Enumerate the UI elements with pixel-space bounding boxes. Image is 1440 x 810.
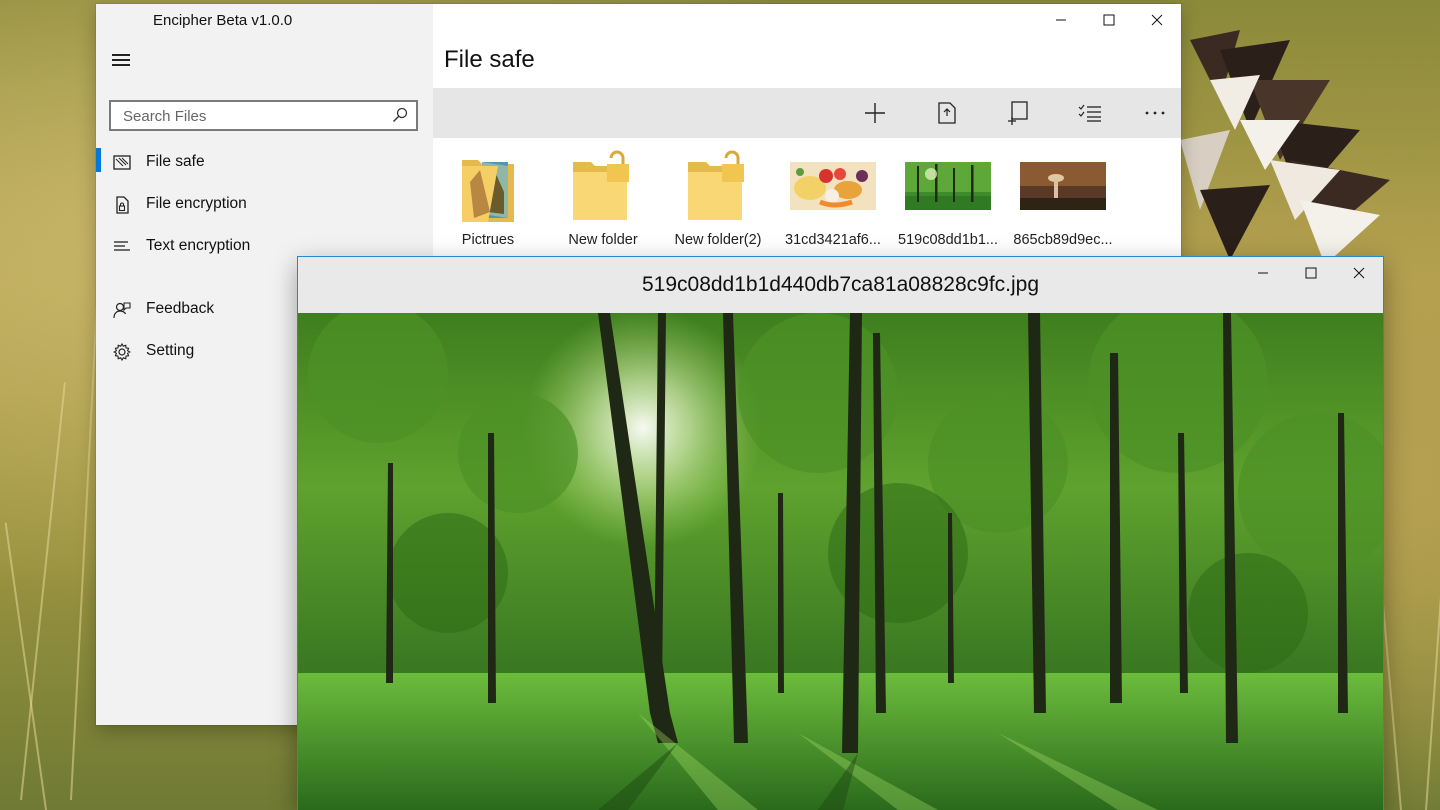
image-thumbnail-fruit [790,162,876,210]
text-lines-icon [114,241,130,251]
file-name: 519c08dd1b1... [898,232,998,248]
file-item-image-fruit[interactable]: 31cd3421af6... [778,146,888,254]
export-file-button[interactable] [929,96,965,130]
nav-label: Feedback [146,300,215,317]
file-name: New folder(2) [674,232,762,248]
viewer-window-controls [1239,257,1383,291]
feedback-person-icon [113,302,131,319]
nav-item-file-safe[interactable]: File safe [96,144,433,182]
file-name: 865cb89d9ec... [1013,232,1113,248]
hamburger-menu-icon[interactable] [112,54,130,68]
image-viewer-window: 519c08dd1b1d440db7ca81a08828c9fc.jpg [297,256,1384,810]
close-icon [1353,267,1365,279]
file-item-image-forest[interactable]: 519c08dd1b1... [893,146,1003,254]
viewer-close-button[interactable] [1335,257,1383,289]
gear-icon [113,343,131,361]
close-button[interactable] [1133,4,1181,36]
more-icon [1145,111,1165,115]
close-icon [1151,14,1163,26]
file-item-new-folder-2[interactable]: New folder(2) [663,146,773,254]
search-icon[interactable] [392,107,408,123]
minimize-icon [1056,19,1066,21]
minimize-button[interactable] [1037,4,1085,36]
file-item-image-mushroom[interactable]: 865cb89d9ec... [1008,146,1118,254]
select-list-button[interactable] [1072,96,1108,130]
file-lock-icon [116,196,129,214]
search-input[interactable] [121,107,385,126]
file-safe-icon [113,155,131,170]
select-list-icon [1078,104,1101,122]
forest-photo [298,313,1383,810]
image-thumbnail-mushroom [1020,162,1106,210]
search-box [109,100,418,131]
viewer-maximize-button[interactable] [1287,257,1335,289]
picture-folder-icon [462,160,514,222]
nav-label: Setting [146,342,195,359]
file-item-new-folder[interactable]: New folder [548,146,658,254]
maximize-icon [1103,14,1115,26]
nav-label: File safe [146,153,205,170]
export-file-icon [938,102,956,124]
file-item-pictures-folder[interactable]: Pictrues [433,146,543,254]
nav-label: File encryption [146,195,247,212]
maximize-button[interactable] [1085,4,1133,36]
page-title: File safe [444,46,535,73]
viewer-minimize-button[interactable] [1239,257,1287,289]
more-button[interactable] [1137,96,1173,130]
locked-folder-icon [573,150,629,220]
minimize-icon [1258,272,1268,274]
add-button[interactable] [857,96,893,130]
viewer-title: 519c08dd1b1d440db7ca81a08828c9fc.jpg [641,273,1040,296]
import-file-icon [1008,101,1028,125]
maximize-icon [1305,267,1317,279]
window-controls [1037,4,1181,36]
import-file-button[interactable] [1000,96,1036,130]
file-name: Pictrues [461,232,515,248]
locked-folder-icon [688,150,744,220]
feather-decoration [1180,30,1390,265]
nav-item-file-encryption[interactable]: File encryption [96,186,433,224]
toolbar [433,88,1181,138]
nav-label: Text encryption [146,237,251,254]
add-icon [865,103,885,123]
app-title: Encipher Beta v1.0.0 [153,12,293,29]
image-thumbnail-forest [905,162,991,210]
file-name: New folder [568,232,638,248]
file-name: 31cd3421af6... [785,232,881,248]
viewer-titlebar: 519c08dd1b1d440db7ca81a08828c9fc.jpg [298,257,1383,313]
